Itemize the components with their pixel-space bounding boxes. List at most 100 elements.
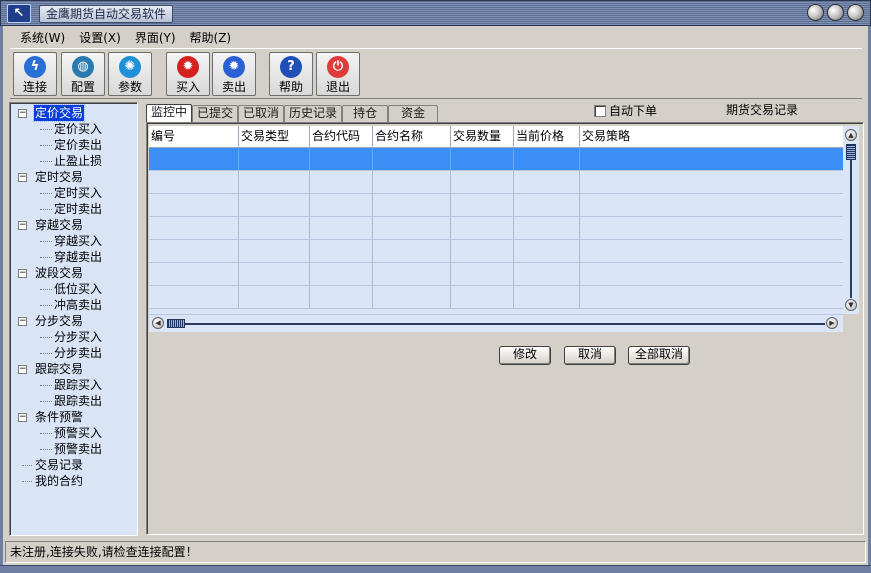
table-cell[interactable] bbox=[149, 148, 239, 170]
table-cell[interactable] bbox=[451, 171, 514, 193]
table-cell[interactable] bbox=[149, 171, 239, 193]
table-cell[interactable] bbox=[451, 286, 514, 308]
tree-leaf-row[interactable]: 跟踪卖出 bbox=[10, 393, 137, 409]
tree-leaf-row[interactable]: 预警买入 bbox=[10, 425, 137, 441]
tab-positions[interactable]: 持仓 bbox=[342, 105, 389, 122]
scroll-down-icon[interactable]: ▼ bbox=[845, 299, 857, 311]
table-cell[interactable] bbox=[149, 240, 239, 262]
connect-button[interactable]: ϟ 连接 bbox=[13, 52, 57, 96]
strategy-tree[interactable]: − 定价交易 定价买入 定价卖出 止盈止损 − 定时交易 定时买入 定时卖出 − 穿越交易 穿越买入穿… bbox=[9, 102, 138, 536]
table-row[interactable] bbox=[149, 171, 843, 194]
title-bar[interactable]: ↖ 金鹰期货自动交易软件 bbox=[0, 0, 871, 26]
params-button[interactable]: ✺ 参数 bbox=[108, 52, 152, 96]
collapse-icon[interactable]: − bbox=[18, 413, 27, 422]
table-cell[interactable] bbox=[514, 263, 580, 285]
table-cell[interactable] bbox=[451, 148, 514, 170]
cancel-button[interactable]: 取消 bbox=[564, 346, 616, 365]
table-cell[interactable] bbox=[239, 263, 310, 285]
table-cell[interactable] bbox=[149, 263, 239, 285]
table-cell[interactable] bbox=[310, 171, 373, 193]
table-cell[interactable] bbox=[451, 217, 514, 239]
orders-grid[interactable]: 编号 交易类型 合约代码 合约名称 交易数量 当前价格 交易策略 bbox=[149, 126, 843, 314]
table-cell[interactable] bbox=[149, 194, 239, 216]
table-cell[interactable] bbox=[451, 240, 514, 262]
tab-history[interactable]: 历史记录 bbox=[284, 105, 343, 122]
table-cell[interactable] bbox=[373, 263, 451, 285]
collapse-icon[interactable]: − bbox=[18, 317, 27, 326]
help-button[interactable]: ? 帮助 bbox=[269, 52, 313, 96]
auto-order-toggle[interactable]: 自动下单 bbox=[594, 104, 657, 118]
column-header-id[interactable]: 编号 bbox=[149, 126, 239, 148]
table-cell[interactable] bbox=[580, 240, 843, 262]
table-cell[interactable] bbox=[580, 286, 843, 308]
tree-group-row[interactable]: − 波段交易 bbox=[10, 265, 137, 281]
scroll-left-icon[interactable]: ◀ bbox=[152, 317, 164, 329]
menu-interface[interactable]: 界面(Y) bbox=[133, 29, 178, 47]
table-cell[interactable] bbox=[580, 217, 843, 239]
maximize-button[interactable] bbox=[827, 4, 844, 21]
collapse-icon[interactable]: − bbox=[18, 109, 27, 118]
tree-leaf-row[interactable]: 预警卖出 bbox=[10, 441, 137, 457]
table-cell[interactable] bbox=[239, 217, 310, 239]
table-cell[interactable] bbox=[239, 194, 310, 216]
table-row[interactable] bbox=[149, 217, 843, 240]
scroll-up-icon[interactable]: ▲ bbox=[845, 129, 857, 141]
tree-leaf-row[interactable]: 止盈止损 bbox=[10, 153, 137, 169]
tree-leaf-row[interactable]: 分步卖出 bbox=[10, 345, 137, 361]
cancel-all-button[interactable]: 全部取消 bbox=[628, 346, 690, 365]
table-cell[interactable] bbox=[310, 286, 373, 308]
table-cell[interactable] bbox=[373, 286, 451, 308]
tree-extra-row[interactable]: 我的合约 bbox=[10, 473, 137, 489]
column-header-contract-name[interactable]: 合约名称 bbox=[373, 126, 451, 148]
vertical-scroll-track[interactable] bbox=[850, 160, 852, 298]
column-header-trade-type[interactable]: 交易类型 bbox=[239, 126, 310, 148]
tree-leaf-row[interactable]: 定价卖出 bbox=[10, 137, 137, 153]
tree-group-row[interactable]: − 定时交易 bbox=[10, 169, 137, 185]
tab-funds[interactable]: 资金 bbox=[388, 105, 439, 122]
table-cell[interactable] bbox=[239, 148, 310, 170]
close-button[interactable] bbox=[847, 4, 864, 21]
collapse-icon[interactable]: − bbox=[18, 221, 27, 230]
horizontal-scroll-track[interactable] bbox=[185, 323, 825, 325]
tree-leaf-row[interactable]: 穿越买入 bbox=[10, 233, 137, 249]
table-cell[interactable] bbox=[373, 194, 451, 216]
table-cell[interactable] bbox=[580, 263, 843, 285]
menu-settings[interactable]: 设置(X) bbox=[77, 29, 123, 47]
tree-extra-row[interactable]: 交易记录 bbox=[10, 457, 137, 473]
table-cell[interactable] bbox=[310, 240, 373, 262]
tree-leaf-row[interactable]: 分步买入 bbox=[10, 329, 137, 345]
minimize-button[interactable] bbox=[807, 4, 824, 21]
sell-button[interactable]: ✹ 卖出 bbox=[212, 52, 256, 96]
tree-leaf-row[interactable]: 定时买入 bbox=[10, 185, 137, 201]
table-cell[interactable] bbox=[514, 194, 580, 216]
table-cell[interactable] bbox=[373, 148, 451, 170]
table-row[interactable] bbox=[149, 240, 843, 263]
table-cell[interactable] bbox=[580, 148, 843, 170]
tree-leaf-row[interactable]: 定时卖出 bbox=[10, 201, 137, 217]
collapse-icon[interactable]: − bbox=[18, 173, 27, 182]
tree-leaf-row[interactable]: 低位买入 bbox=[10, 281, 137, 297]
table-cell[interactable] bbox=[580, 171, 843, 193]
table-cell[interactable] bbox=[451, 194, 514, 216]
tab-monitoring[interactable]: 监控中 bbox=[146, 104, 193, 122]
table-row[interactable] bbox=[149, 286, 843, 309]
table-cell[interactable] bbox=[514, 148, 580, 170]
table-cell[interactable] bbox=[310, 217, 373, 239]
table-row[interactable] bbox=[149, 148, 843, 171]
collapse-icon[interactable]: − bbox=[18, 269, 27, 278]
table-cell[interactable] bbox=[451, 263, 514, 285]
tab-cancelled[interactable]: 已取消 bbox=[238, 105, 285, 122]
tree-group-row[interactable]: − 穿越交易 bbox=[10, 217, 137, 233]
grid-horizontal-scrollbar[interactable]: ◀ ▶ bbox=[149, 314, 843, 332]
table-cell[interactable] bbox=[514, 217, 580, 239]
table-cell[interactable] bbox=[239, 171, 310, 193]
table-cell[interactable] bbox=[310, 148, 373, 170]
column-header-contract-code[interactable]: 合约代码 bbox=[310, 126, 373, 148]
horizontal-scroll-thumb[interactable] bbox=[167, 319, 185, 328]
column-header-current-price[interactable]: 当前价格 bbox=[514, 126, 580, 148]
auto-order-checkbox[interactable] bbox=[594, 105, 606, 117]
tree-group-row[interactable]: − 定价交易 bbox=[10, 104, 137, 122]
table-cell[interactable] bbox=[373, 171, 451, 193]
tab-submitted[interactable]: 已提交 bbox=[192, 105, 239, 122]
table-cell[interactable] bbox=[239, 240, 310, 262]
